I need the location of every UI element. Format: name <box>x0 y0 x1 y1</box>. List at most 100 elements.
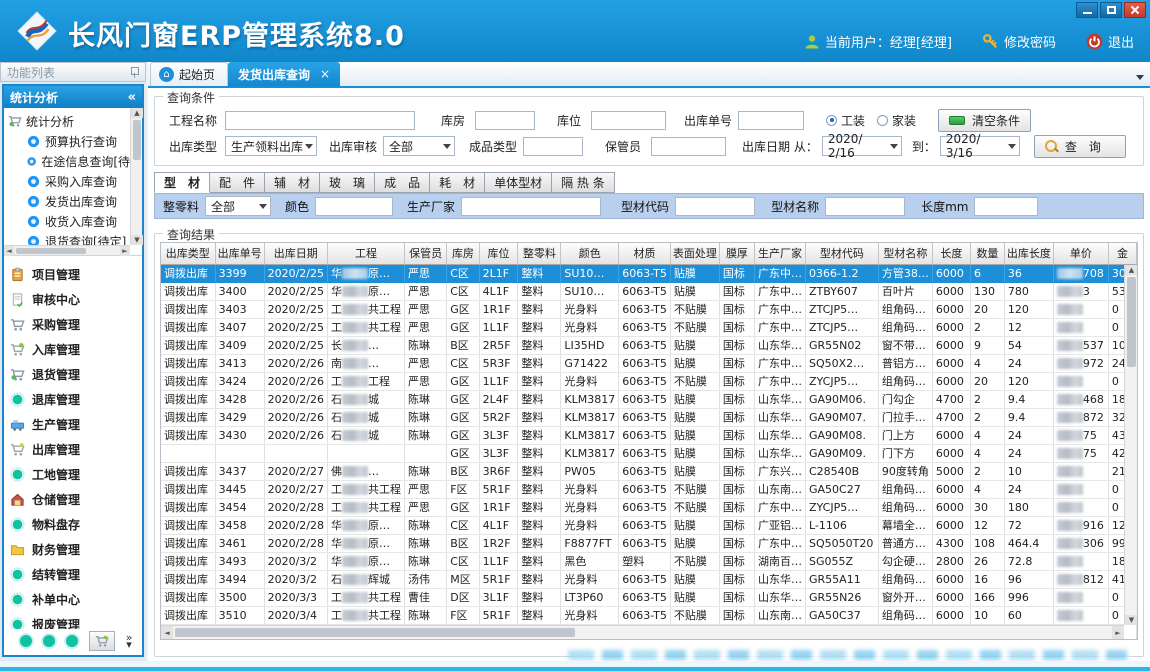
table-row[interactable]: 调拨出库34452020/2/27工共工程严思F区5R1F整料光身料6063-T… <box>161 480 1137 498</box>
column-header-工程[interactable]: 工程 <box>327 243 404 264</box>
tab-list-dropdown-icon[interactable] <box>1136 75 1144 80</box>
grid-hscroll-thumb[interactable] <box>175 628 575 637</box>
tree-item-采购入库查询[interactable]: 采购入库查询 <box>8 171 130 191</box>
tree-item-发货出库查询[interactable]: 发货出库查询 <box>8 191 130 211</box>
change-password-button[interactable]: 修改密码 <box>982 32 1056 51</box>
table-row[interactable]: 调拨出库34282020/2/26石城陈琳G区2L4F整料KLM38176063… <box>161 390 1137 408</box>
column-header-保管员[interactable]: 保管员 <box>404 243 446 264</box>
column-header-材质[interactable]: 材质 <box>619 243 671 264</box>
whole-part-combo[interactable]: 全部 <box>205 196 271 216</box>
scroll-up-icon[interactable]: ▲ <box>1125 265 1138 275</box>
manufacturer-input[interactable] <box>461 197 601 216</box>
pin-icon[interactable] <box>129 66 139 78</box>
sidebar-module-报废管理[interactable]: 报废管理 <box>10 612 140 629</box>
module-dot-icon[interactable] <box>20 635 32 647</box>
order-no-input[interactable] <box>738 111 804 130</box>
material-tab-4[interactable]: 成 品 <box>375 172 430 193</box>
table-row[interactable]: 调拨出库34582020/2/28华原…陈琳C区4L1F整料光身料6063-T5… <box>161 516 1137 534</box>
scroll-left-icon[interactable]: ◄ <box>161 626 173 639</box>
sidebar-module-采购管理[interactable]: 采购管理 <box>10 312 140 337</box>
warehouse-input[interactable] <box>475 111 535 130</box>
table-row[interactable]: 调拨出库34092020/2/25长…陈琳B区2R5F整料LI35HD6063-… <box>161 336 1137 354</box>
tab-close-icon[interactable]: × <box>320 67 330 81</box>
sidebar-module-退货管理[interactable]: 退货管理 <box>10 362 140 387</box>
column-header-整零料[interactable]: 整零料 <box>518 243 561 264</box>
column-header-长度[interactable]: 长度 <box>932 243 970 264</box>
column-header-生产厂家[interactable]: 生产厂家 <box>755 243 806 264</box>
column-header-颜色[interactable]: 颜色 <box>561 243 619 264</box>
profile-name-input[interactable] <box>825 197 905 216</box>
location-input[interactable] <box>591 111 666 130</box>
tree-hscroll-thumb[interactable] <box>16 248 86 254</box>
module-dot-icon[interactable] <box>43 635 55 647</box>
sidebar-module-退库管理[interactable]: 退库管理 <box>10 387 140 412</box>
more-modules-button[interactable]: » ▾ <box>126 634 133 648</box>
sidebar-module-出库管理[interactable]: 出库管理 <box>10 437 140 462</box>
maximize-button[interactable] <box>1100 2 1122 18</box>
sidebar-module-物料盘存[interactable]: 物料盘存 <box>10 512 140 537</box>
grid-horizontal-scrollbar[interactable]: ◄ ► <box>161 625 1124 639</box>
table-row[interactable]: 调拨出库34942020/3/2石辉城汤伟M区5R1F整料光身料6063-T5贴… <box>161 570 1137 588</box>
table-row[interactable]: 调拨出库35102020/3/4工共工程陈琳F区5R1F整料光身料6063-T5… <box>161 606 1137 624</box>
column-header-膜厚[interactable]: 膜厚 <box>719 243 754 264</box>
sidebar-module-工地管理[interactable]: 工地管理 <box>10 462 140 487</box>
scroll-down-icon[interactable]: ▼ <box>131 235 143 245</box>
column-header-库位[interactable]: 库位 <box>479 243 518 264</box>
tree-item-收货入库查询[interactable]: 收货入库查询 <box>8 211 130 231</box>
sidebar-module-财务管理[interactable]: 财务管理 <box>10 537 140 562</box>
sidebar-module-入库管理[interactable]: 入库管理 <box>10 337 140 362</box>
table-row[interactable]: 调拨出库34132020/2/26南…严思C区5R3F整料G714226063-… <box>161 354 1137 372</box>
table-row[interactable]: 调拨出库33992020/2/25华原…严思C区2L1F整料SU10…6063-… <box>161 264 1137 282</box>
table-row[interactable]: G区3L3F整料KLM38176063-T5贴膜国标山东华…GA90M09.门下… <box>161 444 1137 462</box>
table-row[interactable]: 调拨出库34302020/2/26石城陈琳G区3L3F整料KLM38176063… <box>161 426 1137 444</box>
table-row[interactable]: 调拨出库34032020/2/25工共工程严思G区1R1F整料光身料6063-T… <box>161 300 1137 318</box>
grid-vscroll-thumb[interactable] <box>1127 277 1136 367</box>
column-header-库房[interactable]: 库房 <box>447 243 479 264</box>
column-header-出库长度[interactable]: 出库长度 <box>1004 243 1053 264</box>
material-tab-5[interactable]: 耗 材 <box>430 172 485 193</box>
tree-item-退货查询[待定][interactable]: 退货查询[待定] <box>8 231 130 245</box>
column-header-单价[interactable]: 单价 <box>1053 243 1108 264</box>
material-tab-1[interactable]: 配 件 <box>210 172 265 193</box>
sidebar-module-结转管理[interactable]: 结转管理 <box>10 562 140 587</box>
color-input[interactable] <box>315 197 393 216</box>
table-row[interactable]: 调拨出库35002020/3/3工共工程曹佳D区3L1F整料LT3P606063… <box>161 588 1137 606</box>
scroll-down-icon[interactable]: ▼ <box>1125 615 1138 625</box>
sidebar-module-补单中心[interactable]: 补单中心 <box>10 587 140 612</box>
profile-code-input[interactable] <box>675 197 755 216</box>
column-header-型材代码[interactable]: 型材代码 <box>806 243 879 264</box>
sidebar-module-仓储管理[interactable]: 仓储管理 <box>10 487 140 512</box>
column-header-出库日期[interactable]: 出库日期 <box>264 243 327 264</box>
table-row[interactable]: 调拨出库34072020/2/25工共工程严思G区1L1F整料光身料6063-T… <box>161 318 1137 336</box>
table-row[interactable]: 调拨出库34002020/2/25华原…严思C区4L1F整料SU10…6063-… <box>161 282 1137 300</box>
material-tab-6[interactable]: 单体型材 <box>485 172 552 193</box>
material-tab-0[interactable]: 型 材 <box>154 172 210 193</box>
stats-section-header[interactable]: 统计分析 « <box>4 86 142 108</box>
scroll-left-icon[interactable]: ◄ <box>4 246 14 256</box>
column-header-数量[interactable]: 数量 <box>971 243 1005 264</box>
table-row[interactable]: 调拨出库34932020/3/2华原…陈琳C区1L1F整料黑色塑料不贴膜国标湖南… <box>161 552 1137 570</box>
table-row[interactable]: 调拨出库34292020/2/26石城陈琳G区5R2F整料KLM38176063… <box>161 408 1137 426</box>
cart-toolbar-button[interactable] <box>89 631 115 651</box>
out-type-combo[interactable]: 生产领料出库 <box>225 136 317 156</box>
column-header-金[interactable]: 金 <box>1108 243 1136 264</box>
jiazhuang-radio[interactable] <box>877 115 888 126</box>
sidebar-module-项目管理[interactable]: 项目管理 <box>10 262 140 287</box>
table-row[interactable]: 调拨出库34542020/2/28工共工程严思G区1R1F整料光身料6063-T… <box>161 498 1137 516</box>
material-tab-3[interactable]: 玻 璃 <box>320 172 375 193</box>
table-row[interactable]: 调拨出库34242020/2/26工工程严思G区1L1F整料光身料6063-T5… <box>161 372 1137 390</box>
grid-vertical-scrollbar[interactable]: ▲ ▼ <box>1124 265 1137 625</box>
scroll-right-icon[interactable]: ► <box>120 246 130 256</box>
tree-item-预算执行查询[interactable]: 预算执行查询 <box>8 131 130 151</box>
column-header-表面处理[interactable]: 表面处理 <box>670 243 719 264</box>
scroll-right-icon[interactable]: ► <box>1112 626 1124 639</box>
gongzhuang-radio[interactable] <box>826 115 837 126</box>
tab-home[interactable]: ⌂ 起始页 <box>150 62 228 86</box>
table-row[interactable]: 调拨出库34372020/2/27佛…陈琳B区3R6F整料PW056063-T5… <box>161 462 1137 480</box>
sidebar-module-审核中心[interactable]: 审核中心 <box>10 287 140 312</box>
module-dot-icon[interactable] <box>66 635 78 647</box>
project-name-input[interactable] <box>225 111 415 130</box>
material-tab-7[interactable]: 隔 热 条 <box>552 172 615 193</box>
out-audit-combo[interactable]: 全部 <box>383 136 455 156</box>
search-button[interactable]: 查 询 <box>1034 135 1126 158</box>
